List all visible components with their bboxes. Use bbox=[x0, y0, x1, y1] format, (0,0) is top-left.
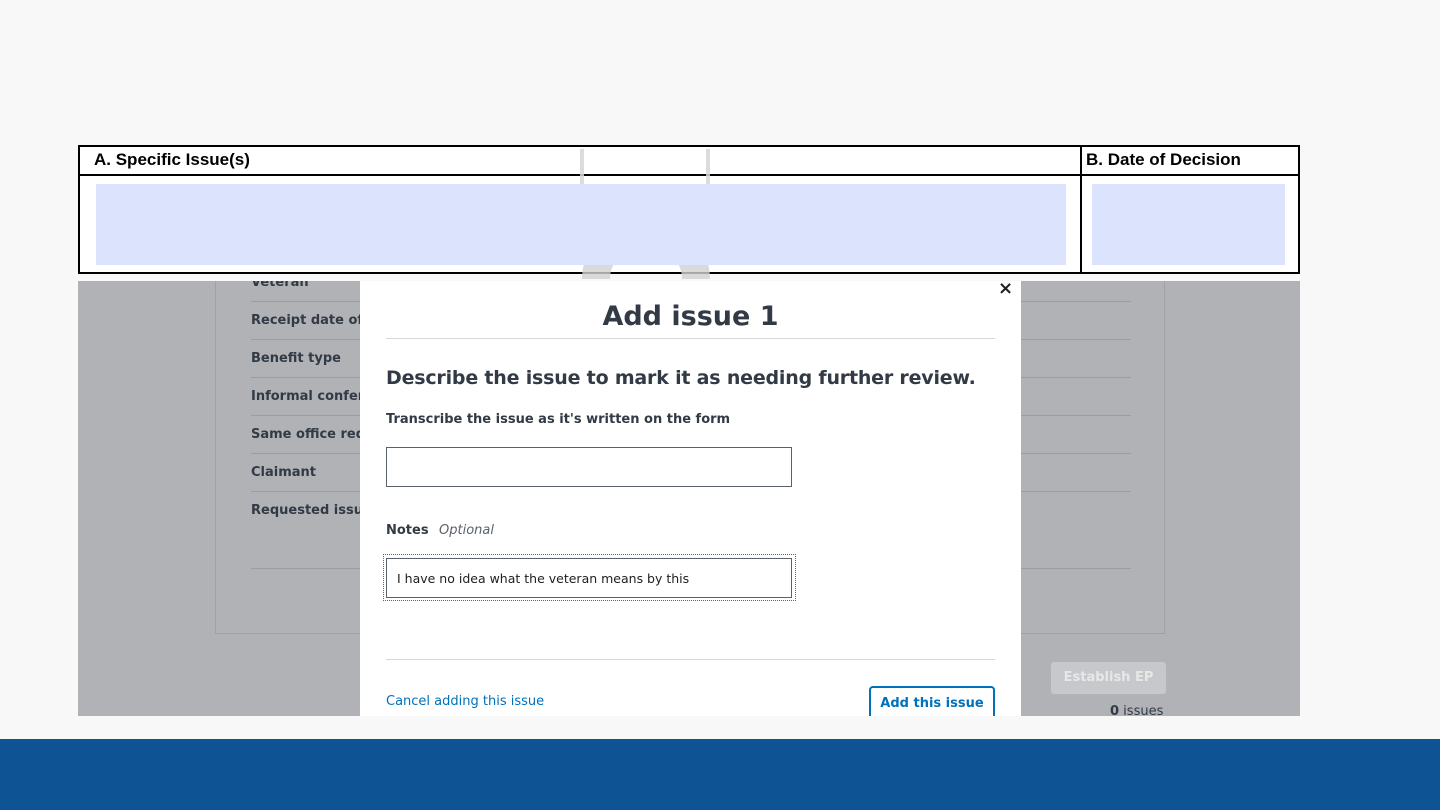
establish-ep-button[interactable]: Establish EP bbox=[1051, 662, 1166, 694]
notes-label: Notes bbox=[386, 523, 429, 538]
issue-count-label: issues bbox=[1119, 704, 1164, 716]
issue-field-label: Transcribe the issue as it's written on … bbox=[386, 412, 731, 427]
issue-text-input[interactable] bbox=[386, 447, 792, 487]
add-issue-modal: × Add issue 1 Describe the issue to mark… bbox=[360, 281, 1021, 716]
footer-bar bbox=[0, 739, 1440, 810]
row-label-benefit-type: Benefit type bbox=[251, 351, 341, 366]
date-of-decision-header: B. Date of Decision bbox=[1086, 150, 1241, 169]
add-this-issue-button[interactable]: Add this issue bbox=[869, 686, 995, 716]
intake-app-screenshot: Veteran Receipt date of this form Benefi… bbox=[78, 281, 1300, 716]
modal-title: Add issue 1 bbox=[602, 301, 779, 332]
notes-input[interactable] bbox=[386, 558, 792, 598]
issue-count-number: 0 bbox=[1110, 704, 1120, 716]
notes-optional-hint: Optional bbox=[439, 523, 494, 538]
row-label-claimant: Claimant bbox=[251, 465, 317, 480]
close-icon[interactable]: × bbox=[998, 281, 1013, 298]
specific-issues-header: A. Specific Issue(s) bbox=[94, 150, 250, 169]
specific-issues-field bbox=[96, 184, 1066, 265]
modal-description: Describe the issue to mark it as needing… bbox=[386, 367, 976, 389]
modal-divider-bottom bbox=[386, 659, 995, 660]
column-divider bbox=[1080, 147, 1082, 272]
cancel-adding-issue-link[interactable]: Cancel adding this issue bbox=[386, 694, 544, 709]
row-label-veteran: Veteran bbox=[251, 281, 309, 290]
modal-divider-top bbox=[386, 338, 995, 339]
form-issues-table: A. Specific Issue(s) B. Date of Decision bbox=[78, 145, 1300, 279]
date-of-decision-field bbox=[1092, 184, 1285, 265]
issue-count: 0 issues bbox=[1110, 704, 1163, 716]
